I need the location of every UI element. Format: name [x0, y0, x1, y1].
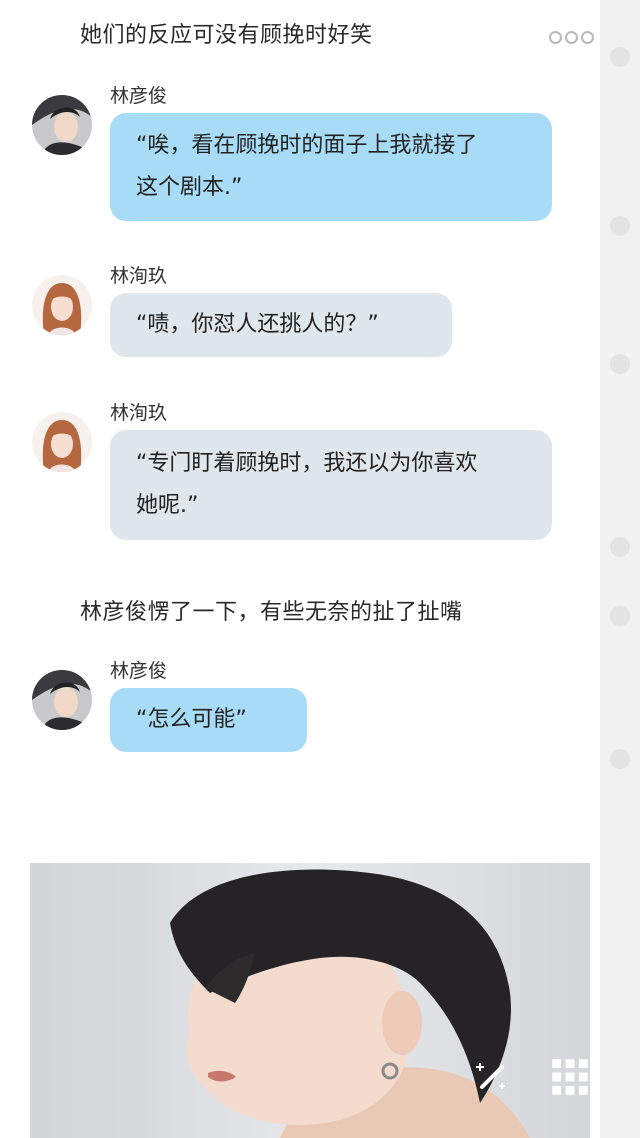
sender-name: 林彦俊 [110, 85, 168, 107]
message-line: “啧，你怼人还挑人的？” [136, 312, 379, 337]
right-rail [600, 0, 640, 1138]
message-line: “专门盯着顾挽时，我还以为你喜欢 [136, 451, 478, 476]
narration-text: 她们的反应可没有顾挽时好笑 [80, 23, 373, 48]
rail-dot[interactable] [610, 216, 630, 236]
avatar[interactable] [32, 95, 92, 155]
avatar[interactable] [32, 275, 92, 335]
portrait-photo[interactable] [30, 863, 590, 1138]
message-bubble: “专门盯着顾挽时，我还以为你喜欢 她呢.” [110, 430, 552, 540]
message-bubble: “啧，你怼人还挑人的？” [110, 293, 452, 357]
message-line: 她呢.” [136, 493, 199, 518]
grid-icon[interactable] [550, 1057, 590, 1097]
message-bubble: “怎么可能” [110, 688, 307, 752]
rail-dot[interactable] [610, 606, 630, 626]
narration-text: 林彦俊愣了一下，有些无奈的扯了扯嘴 [80, 600, 463, 625]
avatar[interactable] [32, 670, 92, 730]
rail-dot[interactable] [610, 749, 630, 769]
chat-story-page: 她们的反应可没有顾挽时好笑 林彦俊 “唉，看在顾挽时的面子上我就接了 这个剧本.… [0, 0, 640, 1138]
sender-name: 林洵玖 [110, 265, 168, 287]
sender-name: 林洵玖 [110, 402, 168, 424]
rail-dot[interactable] [610, 354, 630, 374]
message-line: “怎么可能” [136, 707, 247, 732]
sender-name: 林彦俊 [110, 660, 168, 682]
rail-dot[interactable] [610, 47, 630, 67]
more-dots-icon[interactable] [549, 31, 594, 44]
magic-wand-icon[interactable] [472, 1057, 512, 1097]
rail-dot[interactable] [610, 537, 630, 557]
avatar[interactable] [32, 412, 92, 472]
message-line: “唉，看在顾挽时的面子上我就接了 [136, 133, 478, 158]
message-line: 这个剧本.” [136, 175, 243, 200]
message-bubble: “唉，看在顾挽时的面子上我就接了 这个剧本.” [110, 113, 552, 221]
